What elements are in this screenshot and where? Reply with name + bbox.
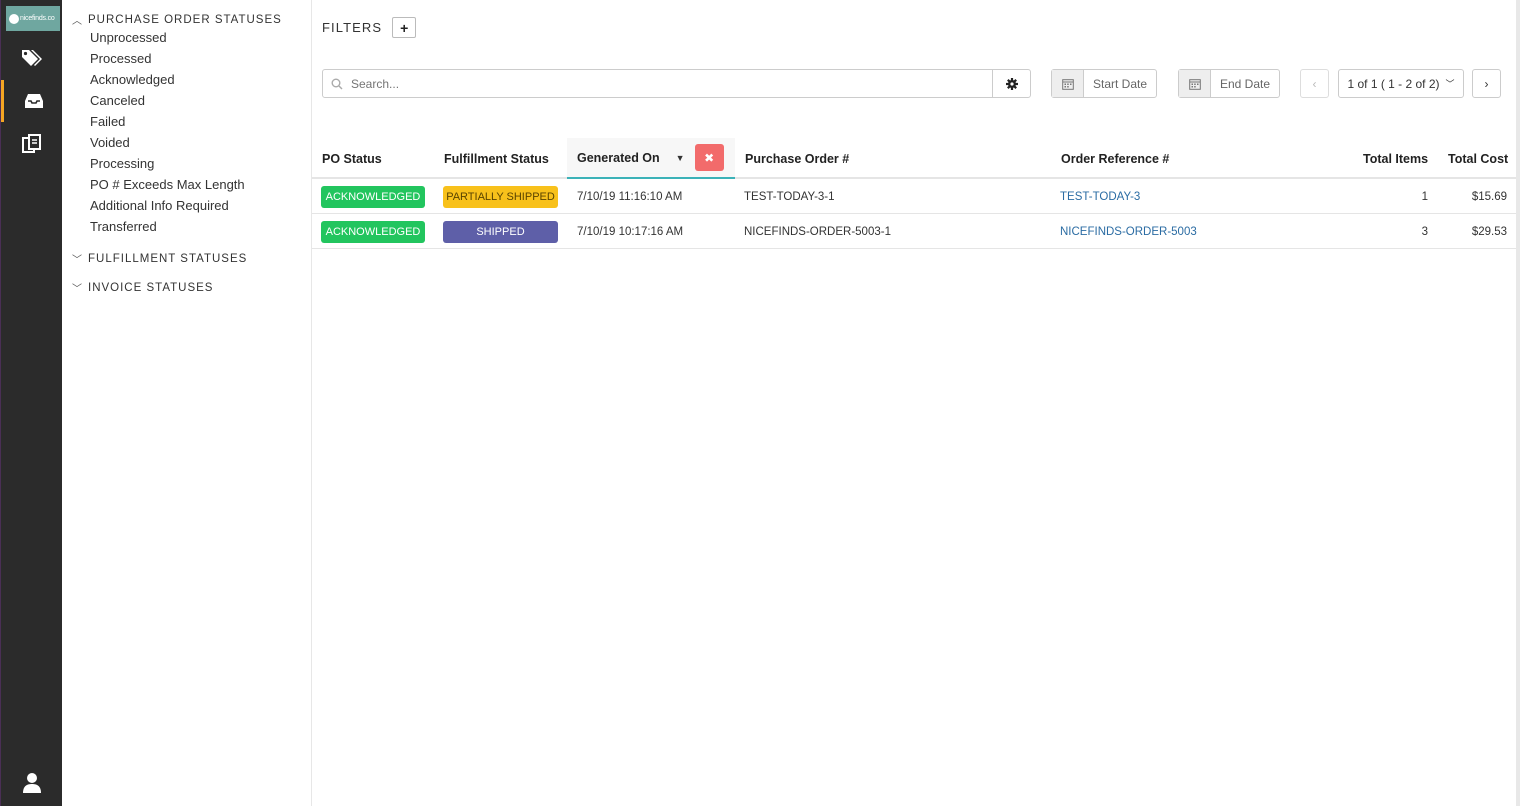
app-rail: nicefinds.co bbox=[0, 0, 62, 806]
status-item-additional-info-required[interactable]: Additional Info Required bbox=[90, 198, 229, 213]
group-label: PURCHASE ORDER STATUSES bbox=[88, 13, 282, 26]
add-filter-button[interactable]: + bbox=[392, 17, 417, 38]
generated-on-cell: 7/10/19 11:16:10 AM bbox=[577, 190, 683, 203]
status-item-transferred[interactable]: Transferred bbox=[90, 219, 157, 234]
group-invoice-statuses[interactable]: ﹀ INVOICE STATUSES bbox=[72, 280, 214, 296]
col-order-reference[interactable]: Order Reference # bbox=[1061, 138, 1169, 179]
total-cost-cell: $29.53 bbox=[1471, 225, 1507, 238]
clear-sort-button[interactable]: ✖ bbox=[694, 144, 724, 171]
start-date-picker[interactable]: Start Date bbox=[1051, 69, 1158, 98]
table-header: PO Status Fulfillment Status Generated O… bbox=[312, 138, 1520, 179]
col-fulfillment-status[interactable]: Fulfillment Status bbox=[444, 138, 549, 179]
col-generated-on[interactable]: Generated On ▼ ✖ bbox=[567, 138, 735, 179]
tags-icon bbox=[22, 50, 42, 66]
col-po-status[interactable]: PO Status bbox=[322, 138, 382, 179]
prev-page-button[interactable]: ‹ bbox=[1300, 69, 1329, 98]
purchase-order-cell: TEST-TODAY-3-1 bbox=[744, 190, 835, 203]
total-items-cell: 3 bbox=[1421, 225, 1428, 238]
table-row[interactable]: ACKNOWLEDGED PARTIALLY SHIPPED 7/10/19 1… bbox=[312, 179, 1520, 214]
logo-text: nicefinds.co bbox=[20, 15, 55, 22]
page-select[interactable]: 1 of 1 ( 1 - 2 of 2) ﹀ bbox=[1338, 69, 1464, 98]
po-status-badge: ACKNOWLEDGED bbox=[321, 220, 425, 243]
group-purchase-order-statuses[interactable]: ︿ PURCHASE ORDER STATUSES bbox=[72, 12, 282, 28]
scrollbar[interactable] bbox=[1516, 0, 1520, 806]
search-input[interactable] bbox=[351, 76, 992, 91]
inbox-icon bbox=[24, 94, 43, 108]
status-item-po-exceeds-max-length[interactable]: PO # Exceeds Max Length bbox=[90, 177, 245, 192]
filters-bar: FILTERS + bbox=[322, 17, 417, 38]
chevron-down-icon: ﹀ bbox=[1445, 79, 1455, 89]
status-item-acknowledged[interactable]: Acknowledged bbox=[90, 72, 175, 87]
next-page-button[interactable]: › bbox=[1472, 69, 1501, 98]
status-item-voided[interactable]: Voided bbox=[90, 135, 130, 150]
status-item-processed[interactable]: Processed bbox=[90, 51, 151, 66]
search-icon bbox=[323, 78, 351, 90]
status-sidebar: ︿ PURCHASE ORDER STATUSES Unprocessed Pr… bbox=[62, 0, 312, 806]
table-row[interactable]: ACKNOWLEDGED SHIPPED 7/10/19 10:17:16 AM… bbox=[312, 214, 1520, 249]
page-summary: 1 of 1 ( 1 - 2 of 2) bbox=[1347, 76, 1440, 91]
calendar-icon bbox=[1052, 70, 1084, 97]
nav-orders[interactable] bbox=[1, 80, 63, 122]
filters-label: FILTERS bbox=[322, 20, 383, 35]
col-total-cost[interactable]: Total Cost bbox=[1448, 138, 1508, 179]
col-generated-on-label: Generated On bbox=[577, 150, 660, 165]
fulfillment-status-badge: SHIPPED bbox=[443, 220, 558, 243]
total-cost-cell: $15.69 bbox=[1471, 190, 1507, 203]
chevron-down-icon: ﹀ bbox=[72, 284, 82, 295]
documents-icon bbox=[22, 134, 41, 153]
user-icon bbox=[23, 773, 41, 793]
fulfillment-status-badge: PARTIALLY SHIPPED bbox=[443, 185, 558, 208]
chevron-up-icon: ︿ bbox=[72, 16, 82, 27]
search-box bbox=[322, 69, 1031, 98]
group-fulfillment-statuses[interactable]: ﹀ FULFILLMENT STATUSES bbox=[72, 251, 248, 267]
po-status-badge: ACKNOWLEDGED bbox=[321, 185, 425, 208]
order-reference-link[interactable]: NICEFINDS-ORDER-5003 bbox=[1060, 226, 1197, 238]
status-item-failed[interactable]: Failed bbox=[90, 114, 125, 129]
nav-documents[interactable] bbox=[1, 123, 63, 165]
group-label: INVOICE STATUSES bbox=[88, 281, 214, 294]
gear-icon bbox=[1005, 77, 1018, 90]
calendar-icon bbox=[1179, 70, 1211, 97]
status-item-unprocessed[interactable]: Unprocessed bbox=[90, 30, 167, 45]
order-reference-link[interactable]: TEST-TODAY-3 bbox=[1060, 191, 1140, 203]
generated-on-cell: 7/10/19 10:17:16 AM bbox=[577, 225, 684, 238]
purchase-order-cell: NICEFINDS-ORDER-5003-1 bbox=[744, 225, 891, 238]
col-purchase-order[interactable]: Purchase Order # bbox=[745, 138, 849, 179]
main-panel: FILTERS + Start Date End Date ‹ 1 of 1 (… bbox=[312, 0, 1520, 806]
chevron-down-icon: ﹀ bbox=[72, 255, 82, 266]
nav-user[interactable] bbox=[1, 762, 63, 804]
status-item-canceled[interactable]: Canceled bbox=[90, 93, 145, 108]
group-label: FULFILLMENT STATUSES bbox=[88, 252, 248, 265]
brand-logo[interactable]: nicefinds.co bbox=[6, 6, 60, 31]
logo-mark bbox=[9, 13, 19, 24]
col-total-items[interactable]: Total Items bbox=[1363, 138, 1428, 179]
total-items-cell: 1 bbox=[1421, 190, 1428, 203]
nav-products[interactable] bbox=[1, 37, 63, 79]
start-date-label: Start Date bbox=[1093, 76, 1148, 91]
sort-desc-icon: ▼ bbox=[675, 152, 685, 163]
status-item-processing[interactable]: Processing bbox=[90, 156, 154, 171]
search-settings-button[interactable] bbox=[992, 70, 1030, 97]
end-date-picker[interactable]: End Date bbox=[1178, 69, 1281, 98]
end-date-label: End Date bbox=[1220, 76, 1271, 91]
